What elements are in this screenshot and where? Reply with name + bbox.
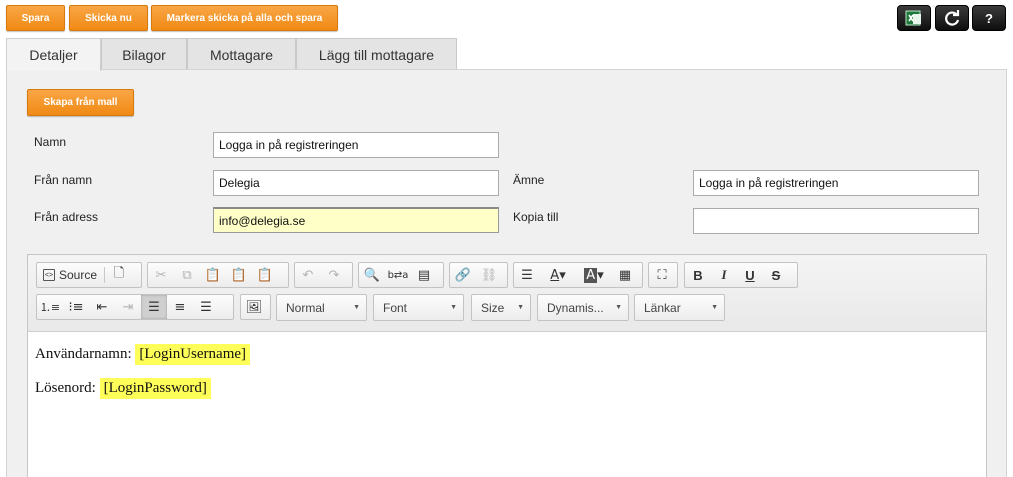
unlink-icon[interactable]: ⛓: [476, 263, 502, 287]
password-label: Lösenord:: [35, 380, 96, 396]
find-icon[interactable]: 🔍: [359, 263, 385, 287]
view-group: ⛶: [648, 262, 678, 288]
bulleted-list-icon[interactable]: ⁝≡: [63, 295, 89, 319]
document-group: <> Source 🗋: [36, 262, 142, 288]
image-icon[interactable]: 🖼: [241, 295, 267, 319]
help-icon[interactable]: ?: [972, 5, 1006, 31]
new-page-icon[interactable]: 🗋: [106, 263, 132, 287]
undo-group: ↶ ↷: [294, 262, 353, 288]
font-value: Font: [383, 300, 408, 315]
subject-field[interactable]: Logga in på registreringen: [693, 170, 979, 196]
excel-export-icon[interactable]: [897, 5, 931, 31]
horizontal-line-icon[interactable]: ☰: [514, 263, 540, 287]
create-from-template-button[interactable]: Skapa från mall: [27, 89, 134, 116]
align-center-icon[interactable]: ≡: [167, 295, 193, 319]
from-address-label: Från adress: [34, 210, 99, 224]
link-icon[interactable]: 🔗: [450, 263, 476, 287]
source-button[interactable]: <> Source: [37, 263, 103, 287]
cut-icon[interactable]: ✂: [148, 263, 174, 287]
text-color-icon[interactable]: A ▾: [540, 263, 576, 287]
tab-details[interactable]: Detaljer: [6, 38, 101, 71]
from-name-field[interactable]: Delegia: [213, 170, 499, 196]
name-label: Namn: [34, 135, 67, 149]
name-field[interactable]: Logga in på registreringen: [213, 132, 499, 158]
undo-icon[interactable]: ↶: [295, 263, 321, 287]
tab-add-recipients[interactable]: Lägg till mottagare: [296, 38, 457, 70]
save-button[interactable]: Spara: [6, 5, 65, 31]
paste-icon[interactable]: 📋: [200, 263, 226, 287]
bold-icon[interactable]: B: [685, 263, 711, 287]
decrease-indent-icon[interactable]: ⇤: [89, 295, 115, 319]
send-now-button[interactable]: Skicka nu: [69, 5, 148, 31]
format-value: Normal: [286, 300, 325, 315]
basic-styles-group: B I U S: [684, 262, 798, 288]
strikethrough-icon[interactable]: S: [763, 263, 789, 287]
redo-icon[interactable]: ↷: [321, 263, 347, 287]
numbered-list-icon[interactable]: ⒈≡: [37, 295, 63, 319]
chevron-down-icon: ▼: [450, 304, 457, 311]
password-placeholder-tag: [LoginPassword]: [99, 378, 211, 399]
source-icon: <>: [43, 269, 55, 281]
replace-icon[interactable]: b⇄a: [385, 263, 411, 287]
tab-recipients[interactable]: Mottagare: [187, 38, 296, 70]
username-placeholder-tag: [LoginUsername]: [135, 344, 251, 365]
select-all-icon[interactable]: ▤: [411, 263, 437, 287]
increase-indent-icon[interactable]: ⇥: [115, 295, 141, 319]
chevron-down-icon: ▼: [711, 304, 718, 311]
align-right-icon[interactable]: ☰: [193, 295, 219, 319]
tab-attachments[interactable]: Bilagor: [101, 38, 187, 70]
copy-icon[interactable]: ⧉: [174, 263, 200, 287]
source-label: Source: [59, 268, 98, 282]
mark-send-all-save-button[interactable]: Markera skicka på alla och spara: [151, 5, 338, 31]
find-group: 🔍 b⇄a ▤: [358, 262, 444, 288]
align-left-icon[interactable]: ☰: [141, 295, 167, 319]
dynamic-fields-value: Dynamis...: [547, 300, 604, 315]
font-select[interactable]: Font ▼: [373, 294, 464, 321]
table-icon[interactable]: ▦: [612, 263, 638, 287]
subject-label: Ämne: [513, 173, 545, 187]
chevron-down-icon: ▼: [517, 304, 524, 311]
underline-icon[interactable]: U: [737, 263, 763, 287]
clipboard-group: ✂ ⧉ 📋 📋 📋: [147, 262, 289, 288]
background-color-icon[interactable]: A ▾: [576, 263, 612, 287]
paste-word-icon[interactable]: 📋: [252, 263, 278, 287]
size-value: Size: [481, 300, 505, 315]
image-group: 🖼: [240, 294, 271, 320]
paragraph-group: ⒈≡ ⁝≡ ⇤ ⇥ ☰ ≡ ☰: [36, 294, 234, 320]
links-select[interactable]: Länkar ▼: [634, 294, 725, 321]
format-select[interactable]: Normal ▼: [276, 294, 367, 321]
cc-field[interactable]: [693, 208, 979, 234]
from-name-label: Från namn: [34, 173, 93, 187]
username-label: Användarnamn:: [35, 346, 132, 362]
paste-text-icon[interactable]: 📋: [226, 263, 252, 287]
insert-group: ☰ A ▾ A ▾ ▦: [513, 262, 643, 288]
italic-icon[interactable]: I: [711, 263, 737, 287]
refresh-icon[interactable]: [935, 5, 969, 31]
size-select[interactable]: Size ▼: [471, 294, 531, 321]
chevron-down-icon: ▼: [615, 304, 622, 311]
links-value: Länkar: [644, 300, 681, 315]
content-line-password: Lösenord: [LoginPassword]: [35, 378, 211, 399]
dynamic-fields-select[interactable]: Dynamis... ▼: [537, 294, 629, 321]
maximize-icon[interactable]: ⛶: [649, 263, 675, 287]
content-line-username: Användarnamn: [LoginUsername]: [35, 344, 251, 365]
cc-label: Kopia till: [513, 210, 559, 224]
chevron-down-icon: ▼: [353, 304, 360, 311]
from-address-field[interactable]: info@delegia.se: [213, 207, 499, 233]
link-group: 🔗 ⛓: [449, 262, 508, 288]
